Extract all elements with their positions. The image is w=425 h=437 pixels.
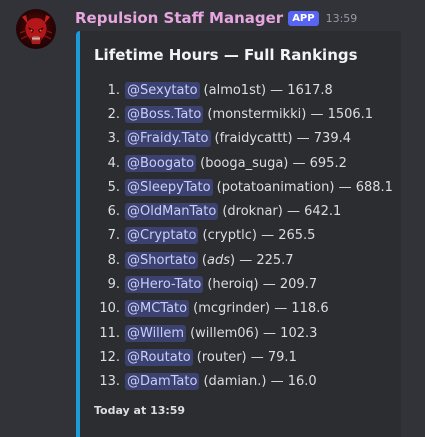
hours-value: 1617.8: [287, 82, 333, 98]
hours-value: 265.5: [278, 228, 316, 244]
rank-number: 5.: [107, 179, 120, 195]
hours-value: 16.0: [287, 374, 317, 390]
ranking-item: 4. @Boogato (booga_suga) — 695.2: [94, 151, 393, 175]
rank-number: 9.: [107, 277, 120, 293]
rank-number: 11.: [99, 325, 120, 341]
hours-value: 688.1: [355, 179, 393, 195]
rank-number: 7.: [107, 228, 120, 244]
rank-details: (willem06) — 102.3: [190, 325, 318, 341]
bot-username[interactable]: Repulsion Staff Manager: [75, 9, 283, 27]
rank-number: 13.: [99, 374, 120, 390]
rank-number: 12.: [99, 349, 120, 365]
username-handle: router: [201, 349, 242, 365]
rank-details: (monstermikki) — 1506.1: [207, 106, 374, 122]
rank-number: 1.: [107, 82, 120, 98]
ranking-item: 11. @Willem (willem06) — 102.3: [94, 321, 393, 345]
rank-number: 6.: [107, 204, 120, 220]
username-handle: mcgrinder: [198, 301, 266, 317]
username-handle: damian.: [208, 374, 262, 390]
rankings-embed: Lifetime Hours — Full Rankings 1. @Sexyta…: [76, 31, 401, 437]
ranking-item: 7. @Cryptato (cryptlc) — 265.5: [94, 224, 393, 248]
rank-number: 3.: [107, 131, 120, 147]
app-badge: APP: [288, 10, 319, 26]
rank-details: (droknar) — 642.1: [222, 204, 342, 220]
ranking-item: 13. @DamTato (damian.) — 16.0: [94, 370, 393, 394]
rank-number: 2.: [107, 106, 120, 122]
username-handle: almo1st: [208, 82, 261, 98]
ranking-item: 8. @Shortato (ads) — 225.7: [94, 248, 393, 272]
ranking-item: 10. @MCTato (mcgrinder) — 118.6: [94, 297, 393, 321]
hours-value: 739.4: [313, 131, 351, 147]
rankings-list: 1. @Sexytato (almo1st) — 1617.8 2. @Boss.Tat…: [94, 78, 393, 394]
rank-details: (damian.) — 16.0: [203, 374, 317, 390]
rank-details: (almo1st) — 1617.8: [203, 82, 333, 98]
rank-number: 8.: [107, 252, 120, 268]
user-mention[interactable]: @OldManTato: [125, 203, 219, 221]
hours-value: 118.6: [291, 301, 329, 317]
hours-value: 225.7: [256, 252, 294, 268]
user-mention[interactable]: @Routato: [125, 348, 193, 366]
embed-title: Lifetime Hours — Full Rankings: [94, 46, 358, 64]
rank-number: 4.: [107, 155, 120, 171]
user-mention[interactable]: @Fraidy.Tato: [125, 130, 211, 148]
user-mention[interactable]: @Cryptato: [125, 227, 199, 245]
username-handle: ads: [206, 252, 230, 268]
user-mention[interactable]: @Hero-Tato: [125, 276, 204, 294]
username-handle: willem06: [195, 325, 254, 341]
username-handle: heroiq: [212, 277, 254, 293]
message-timestamp[interactable]: 13:59: [326, 12, 358, 25]
user-mention[interactable]: @Boss.Tato: [125, 105, 204, 123]
ranking-item: 2. @Boss.Tato (monstermikki) — 1506.1: [94, 102, 393, 126]
hours-value: 1506.1: [327, 106, 374, 122]
message-header: Repulsion Staff Manager APP 13:59: [75, 8, 357, 28]
username-handle: fraidycattt: [219, 131, 288, 147]
rank-details: (fraidycattt) — 739.4: [214, 131, 352, 147]
hours-value: 102.3: [280, 325, 318, 341]
user-mention[interactable]: @Boogato: [125, 154, 197, 172]
username-handle: booga_suga: [205, 155, 284, 171]
ranking-item: 1. @Sexytato (almo1st) — 1617.8: [94, 78, 393, 102]
rank-details: (ads) — 225.7: [201, 252, 294, 268]
rank-number: 10.: [99, 301, 120, 317]
user-mention[interactable]: @SleepyTato: [125, 178, 213, 196]
hours-value: 642.1: [304, 204, 342, 220]
bot-avatar[interactable]: [16, 9, 56, 49]
rank-details: (potatoanimation) — 688.1: [216, 179, 393, 195]
ranking-item: 6. @OldManTato (droknar) — 642.1: [94, 199, 393, 223]
user-mention[interactable]: @Sexytato: [125, 81, 200, 99]
bot-message: Repulsion Staff Manager APP 13:59 Lifeti…: [0, 0, 425, 437]
ranking-item: 9. @Hero-Tato (heroiq) — 209.7: [94, 272, 393, 296]
username-handle: droknar: [227, 204, 278, 220]
hours-value: 79.1: [267, 349, 297, 365]
rank-details: (booga_suga) — 695.2: [200, 155, 347, 171]
ranking-item: 12. @Routato (router) — 79.1: [94, 345, 393, 369]
username-handle: cryptlc: [207, 228, 252, 244]
user-mention[interactable]: @MCTato: [125, 300, 190, 318]
user-mention[interactable]: @Willem: [125, 324, 187, 342]
rank-details: (cryptlc) — 265.5: [202, 228, 316, 244]
hours-value: 695.2: [309, 155, 347, 171]
hours-value: 209.7: [279, 277, 318, 293]
rank-details: (heroiq) — 209.7: [207, 277, 318, 293]
rank-details: (mcgrinder) — 118.6: [193, 301, 329, 317]
user-mention[interactable]: @DamTato: [125, 373, 200, 391]
embed-footer-timestamp: Today at 13:59: [94, 404, 186, 417]
demon-skull-icon: [19, 15, 53, 44]
ranking-item: 5. @SleepyTato (potatoanimation) — 688.1: [94, 175, 393, 199]
ranking-item: 3. @Fraidy.Tato (fraidycattt) — 739.4: [94, 127, 393, 151]
username-handle: monstermikki: [212, 106, 302, 122]
username-handle: potatoanimation: [221, 179, 330, 195]
user-mention[interactable]: @Shortato: [125, 251, 198, 269]
rank-details: (router) — 79.1: [196, 349, 297, 365]
